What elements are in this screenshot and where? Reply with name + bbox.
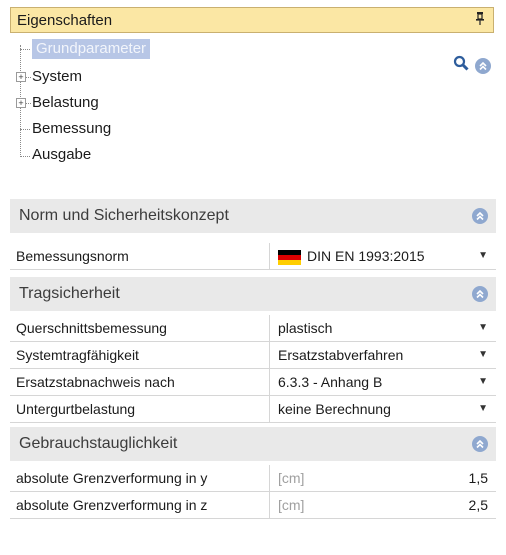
search-icon[interactable] [453,55,469,76]
property-row-untergurtbelastung: Untergurtbelastung keine Berechnung ▼ [10,396,496,423]
tree-item-belastung[interactable]: Belastung [32,93,99,113]
tree-item-bemessung[interactable]: Bemessung [32,119,111,139]
collapse-section-icon[interactable] [472,436,488,452]
untergurtbelastung-select[interactable]: keine Berechnung ▼ [270,396,496,422]
section-gebrauchstauglichkeit[interactable]: Gebrauchstauglichkeit [10,427,496,461]
bemessungsnorm-select[interactable]: DIN EN 1993:2015 ▼ [270,243,496,269]
tree-item-grundparameter[interactable]: Grundparameter [32,39,151,59]
select-value: plastisch [278,320,333,336]
select-value: 6.3.3 - Anhang B [278,374,383,390]
panel-title: Eigenschaften [17,11,113,29]
property-row-querschnittsbemessung: Querschnittsbemessung plastisch ▼ [10,315,496,342]
property-row-bemessungsnorm: Bemessungsnorm DIN EN 1993:2015 ▼ [10,243,496,270]
select-value: keine Berechnung [278,401,391,417]
property-label: Systemtragfähigkeit [10,342,270,368]
grenzverformung-z-input[interactable]: [cm] 2,5 [270,492,496,518]
input-value: 2,5 [468,497,488,513]
navigation-tree: + + Grundparameter System Belastung Beme… [14,39,314,199]
expand-belastung-icon[interactable]: + [16,98,26,108]
querschnittsbemessung-select[interactable]: plastisch ▼ [270,315,496,341]
dropdown-arrow-icon[interactable]: ▼ [478,315,488,341]
section-norm-und-sicherheitskonzept[interactable]: Norm und Sicherheitskonzept [10,199,496,233]
dropdown-arrow-icon[interactable]: ▼ [478,396,488,422]
tree-item-system[interactable]: System [32,67,82,87]
systemtragfaehigkeit-select[interactable]: Ersatzstabverfahren ▼ [270,342,496,368]
unit-label: [cm] [278,497,305,513]
section-title: Tragsicherheit [19,285,120,302]
property-label: Ersatzstabnachweis nach [10,369,270,395]
dropdown-arrow-icon[interactable]: ▼ [478,342,488,368]
pin-icon[interactable] [475,12,485,28]
property-row-grenzverformung-y: absolute Grenzverformung in y [cm] 1,5 [10,465,496,492]
properties-panel-titlebar: Eigenschaften [10,7,494,33]
collapse-section-icon[interactable] [472,286,488,302]
collapse-all-icon[interactable] [475,57,491,74]
select-value: Ersatzstabverfahren [278,347,404,363]
select-value: DIN EN 1993:2015 [307,248,425,264]
unit-label: [cm] [278,470,305,486]
germany-flag-icon [278,249,301,265]
grenzverformung-y-input[interactable]: [cm] 1,5 [270,465,496,491]
property-label: Untergurtbelastung [10,396,270,422]
tree-toolbar [453,55,491,76]
input-value: 1,5 [468,470,488,486]
section-title: Gebrauchstauglichkeit [19,435,178,452]
section-title: Norm und Sicherheitskonzept [19,207,229,224]
dropdown-arrow-icon[interactable]: ▼ [478,369,488,395]
property-label: Querschnittsbemessung [10,315,270,341]
property-label: Bemessungsnorm [10,243,270,269]
property-label: absolute Grenzverformung in y [10,465,270,491]
dropdown-arrow-icon[interactable]: ▼ [478,243,488,269]
property-row-ersatzstabnachweis: Ersatzstabnachweis nach 6.3.3 - Anhang B… [10,369,496,396]
ersatzstabnachweis-select[interactable]: 6.3.3 - Anhang B ▼ [270,369,496,395]
property-row-grenzverformung-z: absolute Grenzverformung in z [cm] 2,5 [10,492,496,519]
tree-item-ausgabe[interactable]: Ausgabe [32,145,91,165]
collapse-section-icon[interactable] [472,208,488,224]
expand-system-icon[interactable]: + [16,72,26,82]
section-tragsicherheit[interactable]: Tragsicherheit [10,277,496,311]
property-row-systemtragfaehigkeit: Systemtragfähigkeit Ersatzstabverfahren … [10,342,496,369]
property-label: absolute Grenzverformung in z [10,492,270,518]
